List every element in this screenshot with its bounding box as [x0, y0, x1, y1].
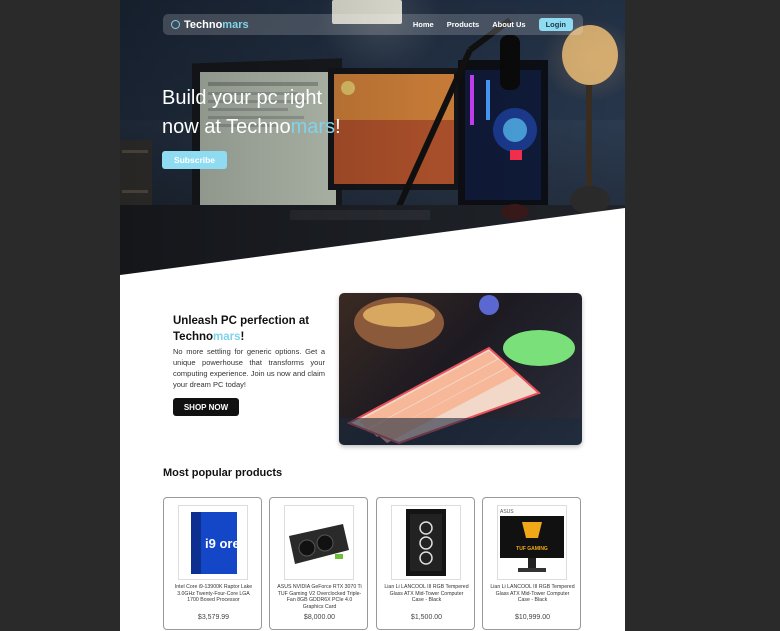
nav-link-products[interactable]: Products: [447, 20, 480, 29]
product-price: $10,999.00: [514, 614, 551, 621]
brand-logo[interactable]: Technomars: [171, 17, 249, 32]
cpu-box-illustration: i9 ore: [191, 512, 240, 574]
nav-link-home[interactable]: Home: [413, 20, 434, 29]
product-name: ASUS NVIDIA GeForce RTX 3070 Ti TUF Gami…: [277, 584, 362, 610]
product-image-case: [391, 505, 461, 580]
hero-title: Build your pc right now at Technomars!: [162, 84, 341, 142]
cpu-box-label: i9 ore: [205, 536, 240, 551]
ring-logo-icon: [171, 20, 180, 29]
promo-title: Unleash PC perfection at Technomars!: [173, 313, 333, 345]
promo-title-brand: Techno: [173, 331, 214, 343]
product-price: $3,579.99: [197, 614, 230, 621]
brand-name-accent: mars: [222, 18, 249, 31]
product-price: $1,500.00: [410, 614, 443, 621]
shop-now-button[interactable]: SHOP NOW: [173, 398, 239, 416]
navbar: Technomars Home Products About Us Login: [163, 14, 583, 35]
monitor-brand-label: ASUS: [500, 509, 514, 515]
product-card[interactable]: ASUS NVIDIA GeForce RTX 3070 Ti TUF Gami…: [269, 497, 368, 630]
nav-link-about-us[interactable]: About Us: [492, 20, 525, 29]
product-image-monitor: ASUS TUF GAMING: [497, 505, 567, 580]
pc-case-illustration: [406, 509, 446, 576]
product-name: Lian Li LANCOOL III RGB Tempered Glass A…: [384, 584, 469, 603]
brand-name: Technomars: [184, 19, 249, 31]
gpu-illustration: [289, 524, 349, 564]
subscribe-button[interactable]: Subscribe: [162, 151, 227, 169]
product-card[interactable]: Lian Li LANCOOL III RGB Tempered Glass A…: [376, 497, 475, 630]
product-price: $8,000.00: [303, 614, 336, 621]
product-image-cpu: i9 ore: [178, 505, 248, 580]
monitor-illustration: ASUS TUF GAMING: [500, 509, 564, 572]
product-name: Intel Core i9-13900K Raptor Lake 3.0GHz …: [174, 584, 253, 603]
hero-title-line2: now at Techno: [162, 116, 291, 138]
hero-diagonal-divider: [120, 208, 625, 275]
nav-links: Home Products About Us Login: [413, 18, 573, 31]
keyboard-illustration: [339, 295, 582, 445]
monitor-screen-label: TUF GAMING: [516, 546, 548, 552]
promo-title-line1: Unleash PC perfection at: [173, 315, 310, 327]
product-card[interactable]: ASUS TUF GAMING Lian Li LANCOOL III RGB …: [482, 497, 581, 630]
popular-products-heading: Most popular products: [163, 467, 283, 479]
hero-title-suffix: !: [335, 116, 341, 138]
brand-name-main: Techno: [184, 18, 223, 31]
product-image-gpu: [284, 505, 354, 580]
hero-title-line1: Build your pc right: [162, 87, 323, 109]
promo-title-accent: mars: [213, 331, 241, 343]
promo-title-suffix: !: [240, 331, 245, 343]
keyboard-image: [339, 293, 582, 445]
login-button[interactable]: Login: [538, 18, 573, 31]
hero-title-accent: mars: [290, 116, 336, 138]
promo-description: No more settling for generic options. Ge…: [173, 347, 325, 389]
landing-page: Technomars Home Products About Us Login …: [120, 0, 625, 631]
product-name: Lian Li LANCOOL III RGB Tempered Glass A…: [490, 584, 575, 603]
product-card[interactable]: i9 ore Intel Core i9-13900K Raptor Lake …: [163, 497, 262, 630]
hero-section: Technomars Home Products About Us Login …: [120, 0, 625, 275]
